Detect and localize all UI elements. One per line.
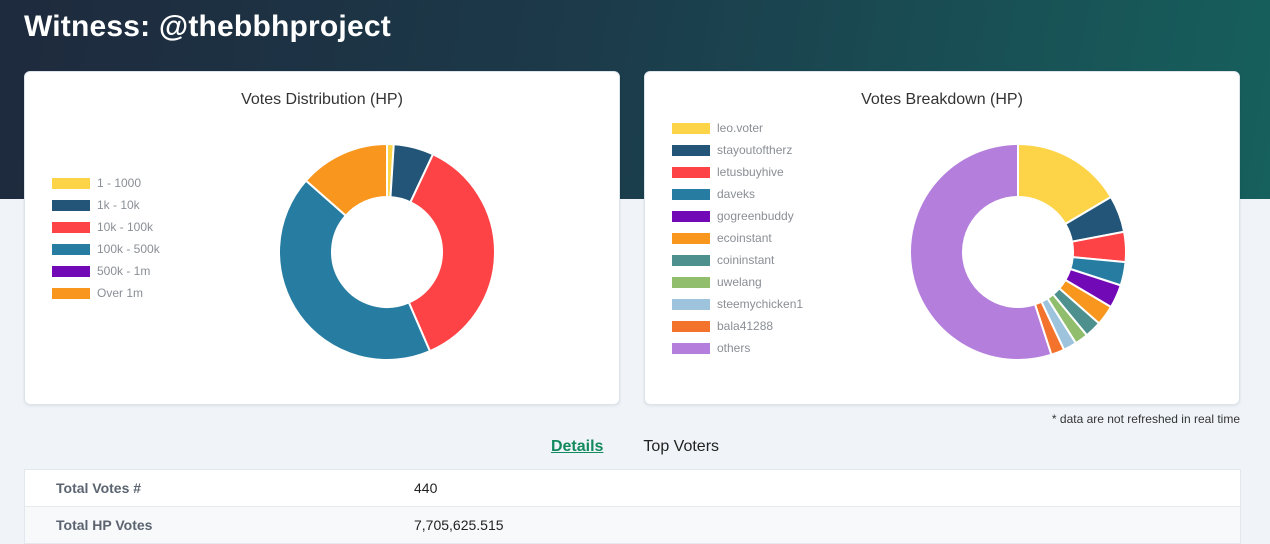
legend-swatch [672, 276, 710, 288]
legend-swatch [672, 342, 710, 354]
legend-swatch [672, 144, 710, 156]
votes-breakdown-card: Votes Breakdown (HP) leo.voter stayoutof… [644, 71, 1240, 405]
tab-top-voters[interactable]: Top Voters [643, 438, 719, 456]
legend-swatch [52, 287, 90, 299]
legend-swatch [52, 243, 90, 255]
legend-label: coininstant [717, 253, 775, 267]
legend-swatch [672, 166, 710, 178]
legend-item[interactable]: others [672, 337, 803, 359]
distribution-legend: 1 - 1000 1k - 10k 10k - 100k 100k - 500k… [52, 172, 160, 304]
legend-label: letusbuyhive [717, 165, 784, 179]
legend-label: 1 - 1000 [97, 176, 142, 190]
pie-slice-10k-100k[interactable] [407, 152, 496, 353]
legend-item[interactable]: letusbuyhive [672, 161, 803, 183]
legend-swatch [672, 122, 710, 134]
legend-item[interactable]: ecoinstant [672, 227, 803, 249]
legend-swatch [52, 265, 90, 277]
legend-item[interactable]: steemychicken1 [672, 293, 803, 315]
chart-title: Votes Breakdown (HP) [861, 91, 1023, 108]
legend-label: Over 1m [97, 286, 144, 300]
legend-label: leo.voter [717, 121, 764, 135]
legend-label: daveks [717, 187, 756, 201]
legend-label: 100k - 500k [97, 242, 160, 256]
legend-swatch [672, 232, 710, 244]
distribution-donut-chart[interactable] [278, 143, 496, 361]
legend-label: 10k - 100k [97, 220, 154, 234]
legend-label: uwelang [717, 275, 762, 289]
legend-label: 1k - 10k [97, 198, 140, 212]
legend-swatch [672, 298, 710, 310]
legend-label: stayoutoftherz [717, 143, 793, 157]
legend-label: steemychicken1 [717, 297, 804, 311]
row-value: 440 [414, 480, 438, 496]
row-value: 7,705,625.515 [414, 517, 504, 533]
legend-item[interactable]: 10k - 100k [52, 216, 160, 238]
details-table: Total Votes # 440 Total HP Votes 7,705,6… [24, 469, 1241, 544]
breakdown-legend: leo.voter stayoutoftherz letusbuyhive da… [672, 117, 803, 359]
table-row: Total Votes # 440 [25, 470, 1240, 507]
legend-label: others [717, 341, 751, 355]
details-tabs: Details Top Voters [0, 438, 1270, 456]
legend-label: bala41288 [717, 319, 774, 333]
legend-label: ecoinstant [717, 231, 772, 245]
table-row: Total HP Votes 7,705,625.515 [25, 507, 1240, 544]
page-title: Witness: @thebbhproject [24, 10, 391, 43]
legend-swatch [52, 221, 90, 233]
legend-item[interactable]: gogreenbuddy [672, 205, 803, 227]
votes-distribution-card: Votes Distribution (HP) 1 - 1000 1k - 10… [24, 71, 620, 405]
legend-item[interactable]: 500k - 1m [52, 260, 160, 282]
legend-item[interactable]: Over 1m [52, 282, 160, 304]
legend-swatch [672, 188, 710, 200]
refresh-footnote: * data are not refreshed in real time [1051, 412, 1240, 426]
legend-label: 500k - 1m [97, 264, 151, 278]
legend-swatch [672, 254, 710, 266]
row-key: Total HP Votes [56, 517, 153, 533]
legend-item[interactable]: daveks [672, 183, 803, 205]
legend-swatch [52, 199, 90, 211]
chart-title: Votes Distribution (HP) [241, 91, 403, 108]
legend-item[interactable]: bala41288 [672, 315, 803, 337]
legend-swatch [672, 320, 710, 332]
legend-item[interactable]: 100k - 500k [52, 238, 160, 260]
legend-label: gogreenbuddy [717, 209, 794, 223]
row-key: Total Votes # [56, 480, 142, 496]
legend-item[interactable]: leo.voter [672, 117, 803, 139]
tab-details[interactable]: Details [551, 438, 603, 456]
legend-item[interactable]: uwelang [672, 271, 803, 293]
legend-swatch [52, 177, 90, 189]
legend-item[interactable]: stayoutoftherz [672, 139, 803, 161]
legend-item[interactable]: coininstant [672, 249, 803, 271]
legend-item[interactable]: 1k - 10k [52, 194, 160, 216]
breakdown-pie-chart[interactable] [909, 143, 1127, 361]
legend-item[interactable]: 1 - 1000 [52, 172, 160, 194]
legend-swatch [672, 210, 710, 222]
